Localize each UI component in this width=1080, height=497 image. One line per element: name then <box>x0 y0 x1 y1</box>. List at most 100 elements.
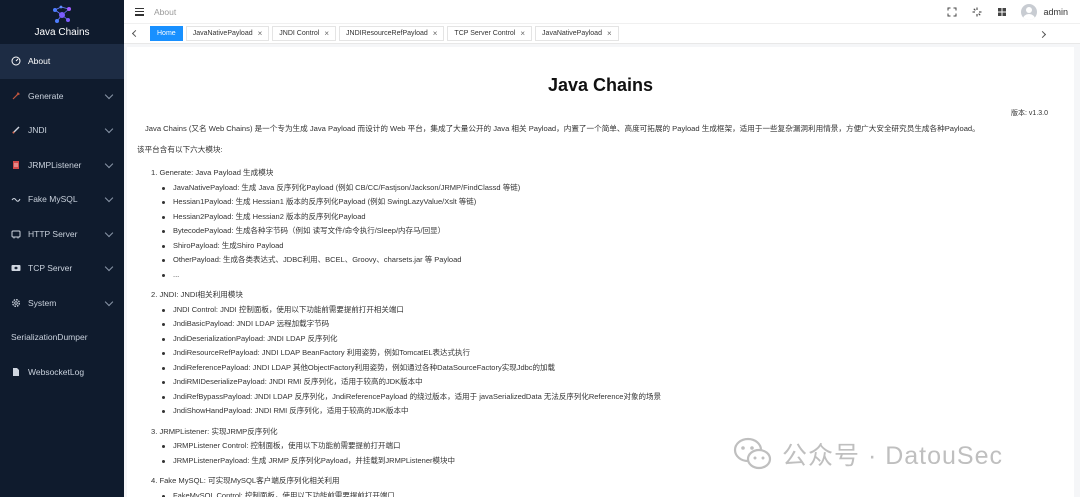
intro-paragraph: Java Chains (又名 Web Chains) 是一个专为生成 Java… <box>145 124 980 133</box>
list-item: FakeMySQL Control: 控制面板，使用以下功能前需要提前打开端口 <box>151 489 1051 497</box>
tab-label: Home <box>157 30 176 37</box>
tab-javanativepayload[interactable]: JavaNativePayload × <box>185 26 270 41</box>
tab-label: JNDIResourceRefPayload <box>346 30 428 37</box>
molecule-logo-icon <box>53 5 71 23</box>
page-title: Java Chains <box>547 75 654 95</box>
modules-heading: 该平台含有以下六大模块: <box>137 145 223 154</box>
tool-icon <box>11 91 21 101</box>
sidebar-item-fake-mysql[interactable]: Fake MySQL <box>0 182 124 217</box>
list-item: JNDI Control: JNDI 控制面板，使用以下功能前需要提前打开相关端… <box>151 303 1051 318</box>
gear-icon <box>11 298 21 308</box>
about-document: Java Chains 版本: v1.3.0 Java Chains (又名 W… <box>127 47 1074 497</box>
tab-label: JavaNativePayload <box>542 30 602 37</box>
sidebar-item-about[interactable]: About <box>0 44 124 79</box>
gauge-icon <box>11 56 21 66</box>
chevron-down-icon <box>104 125 114 134</box>
tab-list: Home JavaNativePayload × JNDI Control × … <box>150 26 622 41</box>
tabs-scroll-left-icon[interactable] <box>124 24 144 44</box>
tab-jndi-control[interactable]: JNDI Control × <box>272 26 337 41</box>
loading-icon[interactable] <box>972 7 982 17</box>
header-actions: admin <box>932 0 1068 24</box>
menu-toggle-icon[interactable] <box>135 7 144 16</box>
chevron-down-icon <box>104 194 114 203</box>
file-icon <box>11 367 21 377</box>
module-section-generate: 1. Generate: Java Payload 生成模块 JavaNativ… <box>151 166 1051 282</box>
wechat-watermark: 公众号 · DatouSec <box>732 434 1003 474</box>
sidebar-item-serializationdumper[interactable]: SerializationDumper <box>0 320 124 355</box>
sidebar-item-label: JNDI <box>28 125 47 136</box>
close-icon[interactable]: × <box>258 29 263 38</box>
list-item: BytecodePayload: 生成各种字节码（例如 读写文件/命令执行/Sl… <box>151 224 1051 239</box>
tabs-bar: Home JavaNativePayload × JNDI Control × … <box>124 24 1080 44</box>
sidebar-item-jndi[interactable]: JNDI <box>0 113 124 148</box>
network-icon <box>11 263 21 273</box>
sidebar-item-label: WebsocketLog <box>28 366 85 377</box>
list-item: JndiRefBypassPayload: JNDI LDAP 反序列化，Jnd… <box>151 390 1051 405</box>
tab-label: TCP Server Control <box>454 30 516 37</box>
tab-jndiresourcerefpayload[interactable]: JNDIResourceRefPayload × <box>339 26 445 41</box>
chevron-down-icon <box>104 297 114 306</box>
sidebar-item-generate[interactable]: Generate <box>0 79 124 114</box>
tab-tcp-server-control[interactable]: TCP Server Control × <box>447 26 533 41</box>
tab-label: JNDI Control <box>279 30 320 37</box>
list-item: JndiRMIDeserializePayload: JNDI RMI 反序列化… <box>151 375 1051 390</box>
close-icon[interactable]: × <box>324 29 329 38</box>
list-item: ShiroPayload: 生成Shiro Payload <box>151 239 1051 254</box>
tab-javanativepayload-2[interactable]: JavaNativePayload × <box>535 26 619 41</box>
sidebar-item-http-server[interactable]: HTTP Server <box>0 217 124 252</box>
sidebar-item-label: Fake MySQL <box>28 194 78 205</box>
section-title: 1. Generate: Java Payload 生成模块 <box>151 168 274 177</box>
top-header: About admin <box>124 0 1080 24</box>
version-label: 版本: v1.3.0 <box>1011 110 1048 117</box>
app-title: Java Chains <box>34 27 90 38</box>
chevron-down-icon <box>104 263 114 272</box>
app-root: Java Chains About Generate JNDI JRMPList… <box>0 0 1080 497</box>
sidebar-item-jrmplistener[interactable]: JRMPListener <box>0 148 124 183</box>
sidebar-item-label: System <box>28 297 57 308</box>
sidebar-item-label: Generate <box>28 90 64 101</box>
list-item: JndiBasicPayload: JNDI LDAP 远程加载字节码 <box>151 317 1051 332</box>
close-icon[interactable]: × <box>433 29 438 38</box>
sidebar-menu: About Generate JNDI JRMPListener Fake My… <box>0 44 124 389</box>
sidebar-item-label: TCP Server <box>28 263 73 274</box>
sidebar-item-label: JRMPListener <box>28 159 82 170</box>
close-icon[interactable]: × <box>607 29 612 38</box>
list-item: Hessian1Payload: 生成 Hessian1 版本的反序列化Payl… <box>151 195 1051 210</box>
section-title: 2. JNDI: JNDI相关利用模块 <box>151 290 243 299</box>
tab-label: JavaNativePayload <box>192 30 253 37</box>
sidebar-item-system[interactable]: System <box>0 286 124 321</box>
avatar[interactable] <box>1021 4 1038 20</box>
sidebar-item-websocketlog[interactable]: WebsocketLog <box>0 355 124 390</box>
module-section-jndi: 2. JNDI: JNDI相关利用模块 JNDI Control: JNDI 控… <box>151 288 1051 419</box>
list-item: JndiResourceRefPayload: JNDI LDAP BeanFa… <box>151 346 1051 361</box>
tabs-scroll-right-icon[interactable] <box>1034 24 1054 44</box>
sidebar-item-label: HTTP Server <box>28 228 78 239</box>
list-item: JndiDeserializationPayload: JNDI LDAP 反序… <box>151 332 1051 347</box>
list-item: JndiShowHandPayload: JNDI RMI 反序列化，适用于较高… <box>151 404 1051 419</box>
list-item: JavaNativePayload: 生成 Java 反序列化Payload (… <box>151 181 1051 196</box>
fullscreen-icon[interactable] <box>947 7 957 17</box>
chevron-down-icon <box>104 90 114 99</box>
chevron-down-icon <box>104 228 114 237</box>
grid-layout-icon[interactable] <box>997 7 1007 17</box>
list-item: JndiReferencePayload: JNDI LDAP 其他Object… <box>151 361 1051 376</box>
sidebar: Java Chains About Generate JNDI JRMPList… <box>0 0 124 497</box>
chevron-down-icon <box>104 159 114 168</box>
tab-home[interactable]: Home <box>150 26 183 41</box>
app-logo[interactable]: Java Chains <box>0 0 124 44</box>
wechat-logo-icon <box>733 437 772 470</box>
server-icon <box>11 229 21 239</box>
list-item: OtherPayload: 生成各类表达式、JDBC利用、BCEL、Groovy… <box>151 253 1051 268</box>
document-icon <box>11 160 21 170</box>
sidebar-item-tcp-server[interactable]: TCP Server <box>0 251 124 286</box>
section-title: 4. Fake MySQL: 可实现MySQL客户端反序列化相关利用 <box>151 476 340 485</box>
list-item: ... <box>151 268 1051 283</box>
watermark-text: 公众号 · DatouSec <box>782 442 1004 470</box>
username[interactable]: admin <box>1043 7 1068 17</box>
list-item: Hessian2Payload: 生成 Hessian2 版本的反序列化Payl… <box>151 210 1051 225</box>
sidebar-item-label: SerializationDumper <box>11 332 88 343</box>
database-icon <box>11 194 21 204</box>
module-section-fake-mysql: 4. Fake MySQL: 可实现MySQL客户端反序列化相关利用 FakeM… <box>151 474 1051 497</box>
close-icon[interactable]: × <box>520 29 525 38</box>
sidebar-item-label: About <box>28 56 51 67</box>
